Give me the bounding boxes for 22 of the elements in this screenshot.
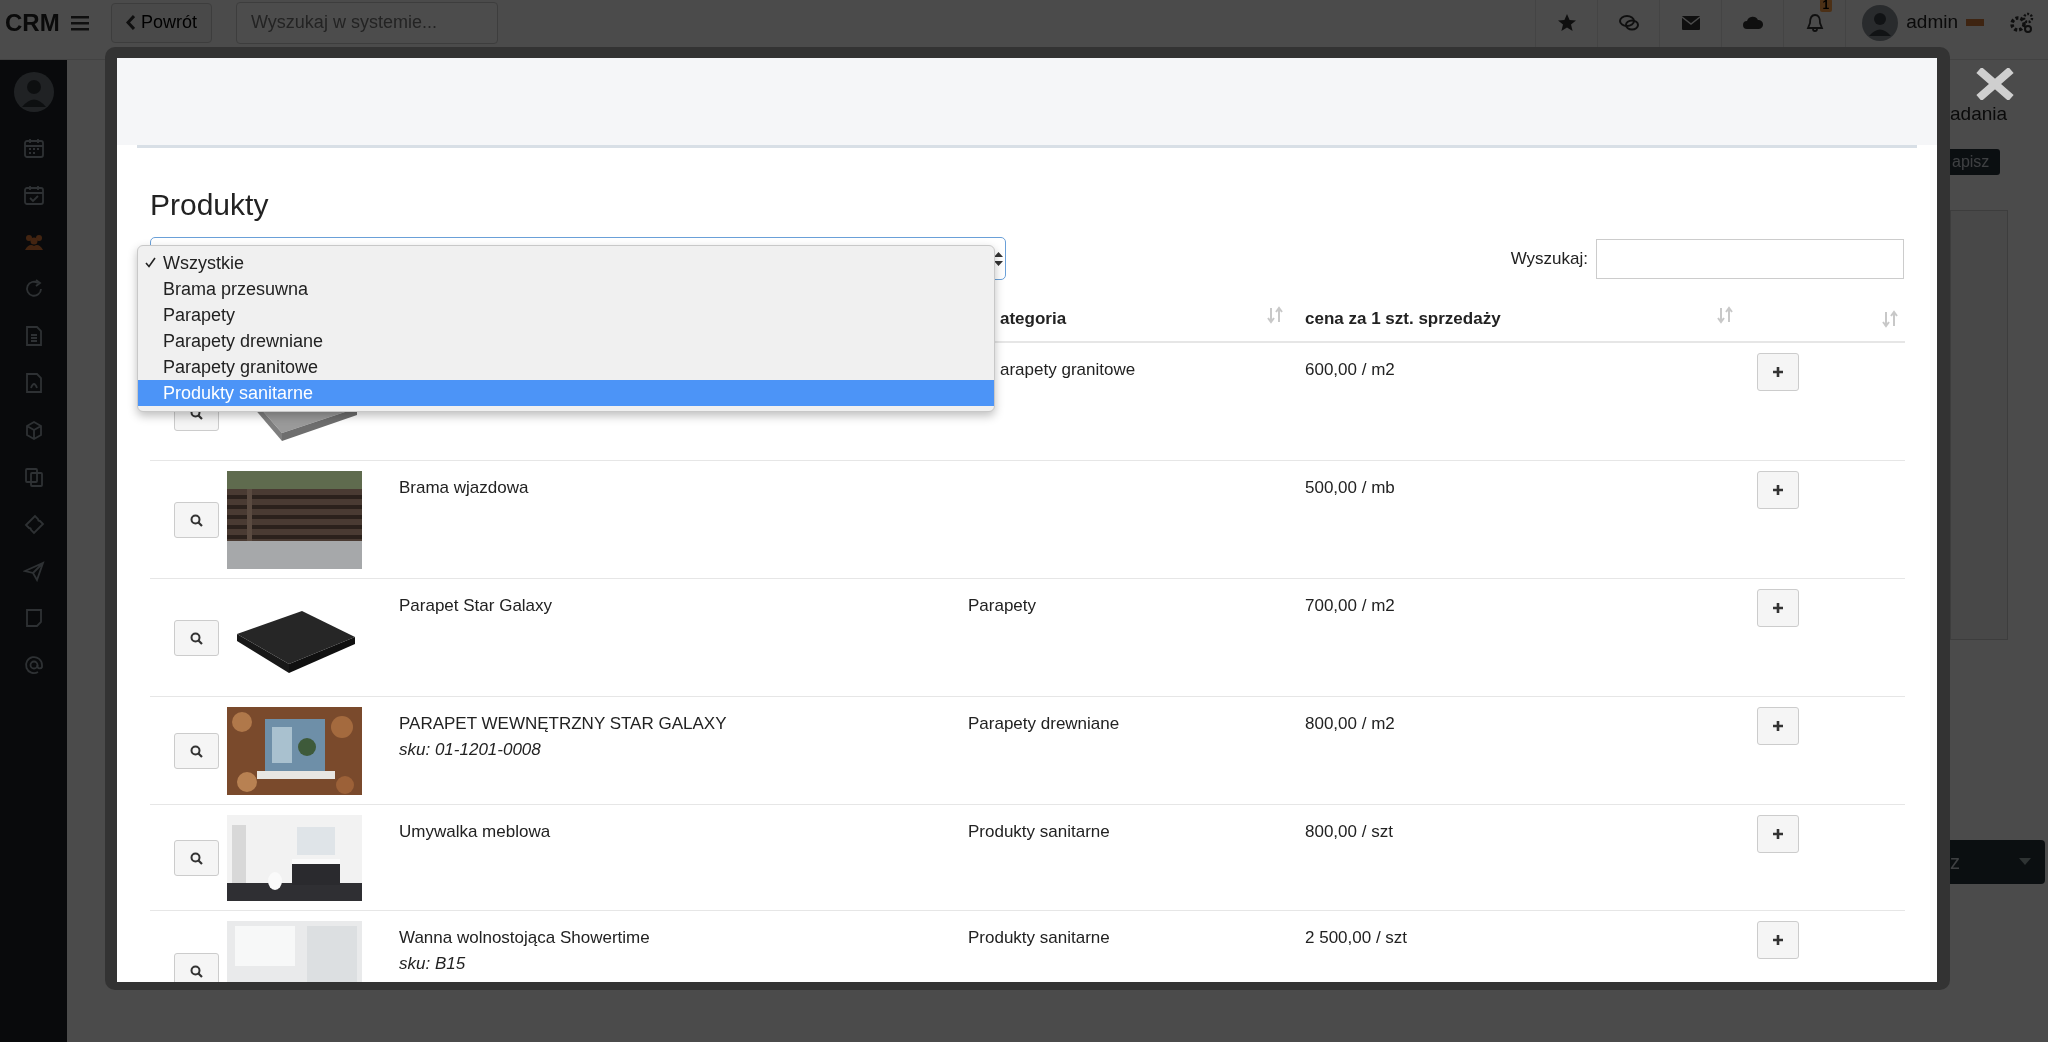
- price-text: 600,00 / m2: [1305, 360, 1395, 379]
- category-text: Produkty sanitarne: [968, 928, 1110, 947]
- product-name: Umywalka meblowa: [399, 822, 551, 841]
- product-name: PARAPET WEWNĘTRZNY STAR GALAXY: [399, 714, 727, 733]
- category-text: Parapety: [968, 596, 1037, 615]
- sku-text: sku: B15: [399, 952, 467, 975]
- section-heading: adania: [1950, 102, 2009, 126]
- product-name: Brama wjazdowa: [399, 478, 529, 497]
- product-name: Parapet Star Galaxy: [399, 596, 553, 615]
- price-text: 2 500,00 / szt: [1305, 928, 1408, 947]
- price-text: 500,00 / mb: [1305, 478, 1395, 497]
- search-label: Wyszukaj:: [1510, 247, 1588, 270]
- price-text: 800,00 / szt: [1305, 822, 1393, 841]
- price-text: 800,00 / m2: [1305, 714, 1395, 733]
- category-text: arapety granitowe: [1000, 360, 1136, 379]
- logo: CRM: [4, 7, 61, 38]
- modal-title: Produkty: [150, 187, 270, 223]
- category-text: Parapety drewniane: [968, 714, 1120, 733]
- product-name: Wanna wolnostojąca Showertime: [399, 928, 650, 947]
- category-text: Produkty sanitarne: [968, 822, 1110, 841]
- price-text: 700,00 / m2: [1305, 596, 1395, 615]
- sku-text: sku: 01-1201-0008: [399, 738, 542, 761]
